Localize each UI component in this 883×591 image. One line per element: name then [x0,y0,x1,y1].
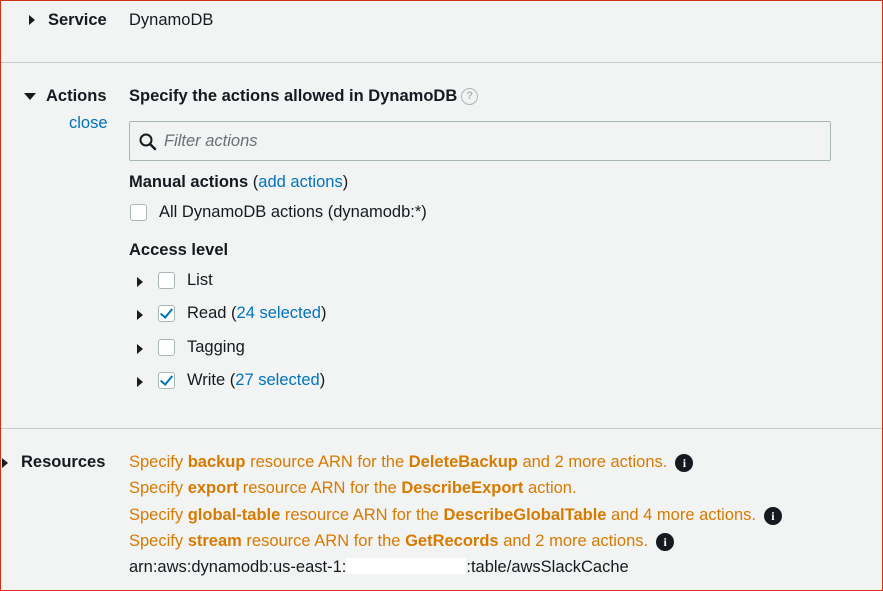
checkmark-icon [159,305,174,319]
action-name: DescribeExport [401,479,524,497]
warning-text: Specify [129,506,188,524]
arn-prefix: arn:aws:dynamodb:us-east-1: [129,558,347,576]
manual-actions-row: Manual actions (add actions) [129,173,348,192]
warning-text: action. [523,479,577,497]
access-level-read-row: Read (24 selected) [187,304,327,322]
resource-type-link[interactable]: global-table [188,506,281,524]
section-divider [1,62,882,63]
actions-heading: Specify the actions allowed in DynamoDB? [129,87,479,106]
access-level-write-label: Write [187,371,226,389]
resource-warning-global-table: Specify global-table resource ARN for th… [129,506,782,525]
resource-type-link[interactable]: export [188,479,238,497]
warning-text: and 2 more actions. [517,453,668,471]
access-level-write-toggle[interactable] [137,377,143,387]
warning-text: and 2 more actions. [498,532,649,550]
actions-close-link[interactable]: close [69,114,108,133]
all-actions-checkbox[interactable] [130,204,147,221]
resource-warning-backup: Specify backup resource ARN for the Dele… [129,453,694,472]
access-level-label: Access level [129,241,229,259]
access-level-list-label: List [187,271,213,289]
caret-right-icon [137,310,143,320]
warning-text: resource ARN for the [241,532,406,550]
access-level-write-row: Write (27 selected) [187,371,326,389]
caret-right-icon [137,344,143,354]
redacted-account-id [346,558,467,574]
add-actions-link[interactable]: add actions [258,173,342,191]
service-value: DynamoDB [129,11,214,29]
caret-down-icon [24,93,36,100]
actions-label: Actions [46,87,107,105]
warning-text: Specify [129,532,188,550]
search-icon [139,133,157,151]
warning-text: resource ARN for the [238,479,402,497]
warning-text: resource ARN for the [280,506,444,524]
checkmark-icon [159,372,174,386]
read-selected-link[interactable]: 24 selected [237,304,321,322]
actions-collapse-toggle[interactable] [24,93,36,100]
warning-text: and 4 more actions. [606,506,756,524]
warning-text: Specify [129,453,188,471]
action-name: DeleteBackup [408,453,518,471]
action-name: GetRecords [405,532,499,550]
access-level-tagging-checkbox[interactable] [158,339,175,356]
resource-warning-export: Specify export resource ARN for the Desc… [129,479,577,498]
filter-actions-box [129,121,831,161]
access-level-read-label: Read [187,304,227,322]
access-level-list-checkbox[interactable] [158,272,175,289]
access-level-list-toggle[interactable] [137,277,143,287]
help-icon[interactable]: ? [461,88,479,105]
caret-right-icon [137,377,143,387]
service-label: Service [48,11,107,29]
table-arn: arn:aws:dynamodb:us-east-1: :table/awsSla… [129,558,629,577]
resource-type-link[interactable]: backup [188,453,246,471]
caret-right-icon [2,458,8,468]
caret-right-icon [29,15,35,25]
resource-type-link[interactable]: stream [188,532,242,550]
access-level-read-toggle[interactable] [137,310,143,320]
resources-expand-toggle[interactable] [2,458,8,468]
access-level-write-checkbox[interactable] [158,372,175,389]
info-icon[interactable]: i [675,453,694,472]
filter-actions-input[interactable] [164,122,804,160]
access-level-read-checkbox[interactable] [158,305,175,322]
action-name: DescribeGlobalTable [443,506,607,524]
caret-right-icon [137,277,143,287]
access-level-tagging-label: Tagging [187,338,245,356]
resources-label: Resources [21,453,106,471]
section-divider [1,428,882,429]
warning-text: Specify [129,479,188,497]
all-actions-label: All DynamoDB actions (dynamodb:*) [159,203,427,221]
arn-suffix: :table/awsSlackCache [466,558,629,576]
write-selected-link[interactable]: 27 selected [235,371,319,389]
warning-text: resource ARN for the [245,453,409,471]
manual-actions-label: Manual actions [129,173,249,191]
access-level-tagging-toggle[interactable] [137,344,143,354]
manual-close-paren: ) [342,173,349,191]
service-expand-toggle[interactable] [29,15,35,25]
info-icon[interactable]: i [656,532,675,551]
info-icon[interactable]: i [763,506,782,525]
resource-warning-stream: Specify stream resource ARN for the GetR… [129,532,675,551]
actions-heading-text: Specify the actions allowed in DynamoDB [129,87,458,105]
